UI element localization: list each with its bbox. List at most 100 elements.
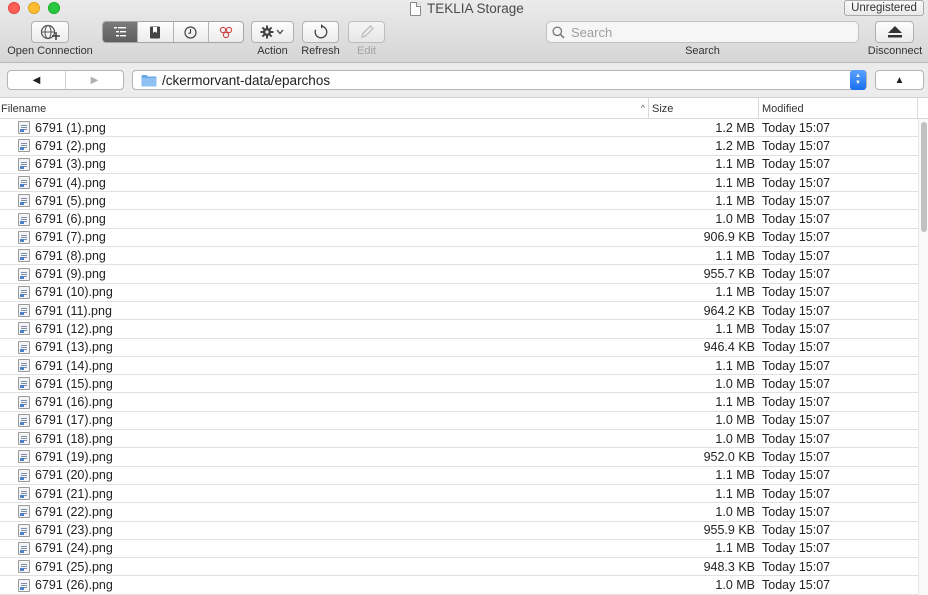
outline-view-button[interactable] [103, 22, 139, 42]
zoom-window-button[interactable] [48, 2, 60, 14]
back-forward-control: ◀ ▶ [7, 70, 124, 90]
png-file-icon [18, 505, 30, 519]
filename-cell: 6791 (23).png [0, 523, 648, 537]
table-row[interactable]: 6791 (8).png 1.1 MB Today 15:07 [0, 247, 918, 266]
scrollbar-thumb[interactable] [921, 122, 927, 232]
table-row[interactable]: 6791 (1).png 1.2 MB Today 15:07 [0, 119, 918, 138]
filename-text: 6791 (23).png [35, 523, 113, 538]
window-controls [8, 2, 60, 14]
disconnect-button[interactable] [875, 21, 914, 43]
search-field[interactable] [546, 21, 859, 43]
table-row[interactable]: 6791 (10).png 1.1 MB Today 15:07 [0, 284, 918, 302]
disconnect-label: Disconnect [867, 45, 923, 57]
modified-cell: Today 15:07 [762, 413, 831, 428]
size-cell: 1.1 MB [715, 358, 755, 373]
bonjour-view-button[interactable] [209, 22, 243, 42]
modified-cell: Today 15:07 [762, 578, 831, 593]
png-file-icon [18, 359, 30, 372]
pencil-icon [360, 25, 374, 38]
table-row[interactable]: 6791 (24).png 1.1 MB Today 15:07 [0, 540, 918, 559]
size-cell: 948.3 KB [703, 559, 755, 574]
filename-cell: 6791 (26).png [0, 578, 648, 592]
parent-directory-button[interactable]: ▲ [875, 70, 924, 90]
png-file-icon [18, 212, 30, 226]
size-cell: 946.4 KB [703, 340, 755, 355]
filename-text: 6791 (8).png [35, 248, 106, 263]
action-button[interactable] [251, 21, 294, 43]
filename-text: 6791 (15).png [35, 376, 113, 391]
table-row[interactable]: 6791 (23).png 955.9 KB Today 15:07 [0, 522, 918, 540]
table-row[interactable]: 6791 (13).png 946.4 KB Today 15:07 [0, 339, 918, 357]
minimize-window-button[interactable] [28, 2, 40, 14]
png-file-icon [18, 523, 30, 537]
filename-cell: 6791 (13).png [0, 340, 648, 354]
open-connection-button[interactable] [31, 21, 69, 43]
table-row[interactable]: 6791 (7).png 906.9 KB Today 15:07 [0, 229, 918, 248]
back-button[interactable]: ◀ [8, 71, 66, 89]
table-row[interactable]: 6791 (11).png 964.2 KB Today 15:07 [0, 302, 918, 321]
table-row[interactable]: 6791 (12).png 1.1 MB Today 15:07 [0, 320, 918, 339]
chevron-down-icon: ▼ [855, 80, 861, 86]
vertical-scrollbar[interactable] [918, 119, 928, 595]
table-row[interactable]: 6791 (18).png 1.0 MB Today 15:07 [0, 430, 918, 449]
list-outline-icon [114, 27, 127, 37]
png-file-icon [18, 249, 30, 263]
table-row[interactable]: 6791 (6).png 1.0 MB Today 15:07 [0, 210, 918, 229]
filename-cell: 6791 (22).png [0, 505, 648, 519]
table-row[interactable]: 6791 (3).png 1.1 MB Today 15:07 [0, 156, 918, 174]
filename-cell: 6791 (18).png [0, 432, 648, 446]
window-title: TEKLIA Storage [410, 0, 524, 17]
bookmarks-view-button[interactable] [138, 22, 174, 42]
history-view-button[interactable] [174, 22, 209, 42]
refresh-button[interactable] [302, 21, 339, 43]
modified-cell: Today 15:07 [762, 504, 831, 519]
table-row[interactable]: 6791 (2).png 1.2 MB Today 15:07 [0, 137, 918, 156]
column-header-filename[interactable]: Filename ^ [0, 98, 648, 119]
path-stepper[interactable]: ▲ ▼ [850, 70, 866, 90]
column-header-modified[interactable]: Modified [758, 98, 918, 119]
filename-text: 6791 (16).png [35, 395, 113, 410]
png-file-icon [18, 304, 30, 318]
table-row[interactable]: 6791 (20).png 1.1 MB Today 15:07 [0, 467, 918, 485]
globe-plus-icon [40, 24, 60, 40]
forward-button[interactable]: ▶ [66, 71, 123, 89]
png-file-icon [18, 450, 30, 464]
png-file-icon [18, 176, 30, 190]
table-row[interactable]: 6791 (19).png 952.0 KB Today 15:07 [0, 448, 918, 467]
size-cell: 1.2 MB [715, 120, 755, 135]
filename-text: 6791 (24).png [35, 541, 113, 556]
table-row[interactable]: 6791 (14).png 1.1 MB Today 15:07 [0, 357, 918, 376]
file-list: 6791 (1).png 1.2 MB Today 15:07 6791 (2).pn… [0, 119, 918, 595]
size-cell: 955.7 KB [703, 267, 755, 282]
close-window-button[interactable] [8, 2, 20, 14]
table-row[interactable]: 6791 (26).png 1.0 MB Today 15:07 [0, 576, 918, 595]
table-row[interactable]: 6791 (21).png 1.1 MB Today 15:07 [0, 485, 918, 504]
filename-text: 6791 (18).png [35, 431, 113, 446]
filename-cell: 6791 (3).png [0, 157, 648, 171]
unregistered-button[interactable]: Unregistered [844, 0, 924, 16]
table-row[interactable]: 6791 (17).png 1.0 MB Today 15:07 [0, 412, 918, 431]
table-row[interactable]: 6791 (16).png 1.1 MB Today 15:07 [0, 393, 918, 412]
modified-cell: Today 15:07 [762, 321, 831, 336]
png-file-icon [18, 230, 30, 244]
search-input[interactable] [571, 24, 851, 40]
filename-text: 6791 (21).png [35, 486, 113, 501]
png-file-icon [18, 560, 30, 574]
table-row[interactable]: 6791 (4).png 1.1 MB Today 15:07 [0, 174, 918, 193]
path-popup[interactable]: /ckermorvant-data/eparchos ▲ ▼ [132, 70, 867, 90]
png-file-icon [18, 322, 30, 336]
png-file-icon [18, 194, 30, 208]
table-row[interactable]: 6791 (25).png 948.3 KB Today 15:07 [0, 558, 918, 577]
column-header-size[interactable]: Size [648, 98, 758, 119]
window-toolbar: TEKLIA Storage Unregistered Open Connect… [0, 0, 928, 63]
filename-text: 6791 (5).png [35, 193, 106, 208]
filename-cell: 6791 (21).png [0, 487, 648, 501]
table-row[interactable]: 6791 (5).png 1.1 MB Today 15:07 [0, 192, 918, 211]
filename-cell: 6791 (20).png [0, 468, 648, 482]
table-row[interactable]: 6791 (15).png 1.0 MB Today 15:07 [0, 375, 918, 394]
png-file-icon [18, 541, 30, 555]
table-row[interactable]: 6791 (9).png 955.7 KB Today 15:07 [0, 265, 918, 284]
edit-button[interactable] [348, 21, 385, 43]
table-row[interactable]: 6791 (22).png 1.0 MB Today 15:07 [0, 503, 918, 522]
modified-cell: Today 15:07 [762, 248, 831, 263]
